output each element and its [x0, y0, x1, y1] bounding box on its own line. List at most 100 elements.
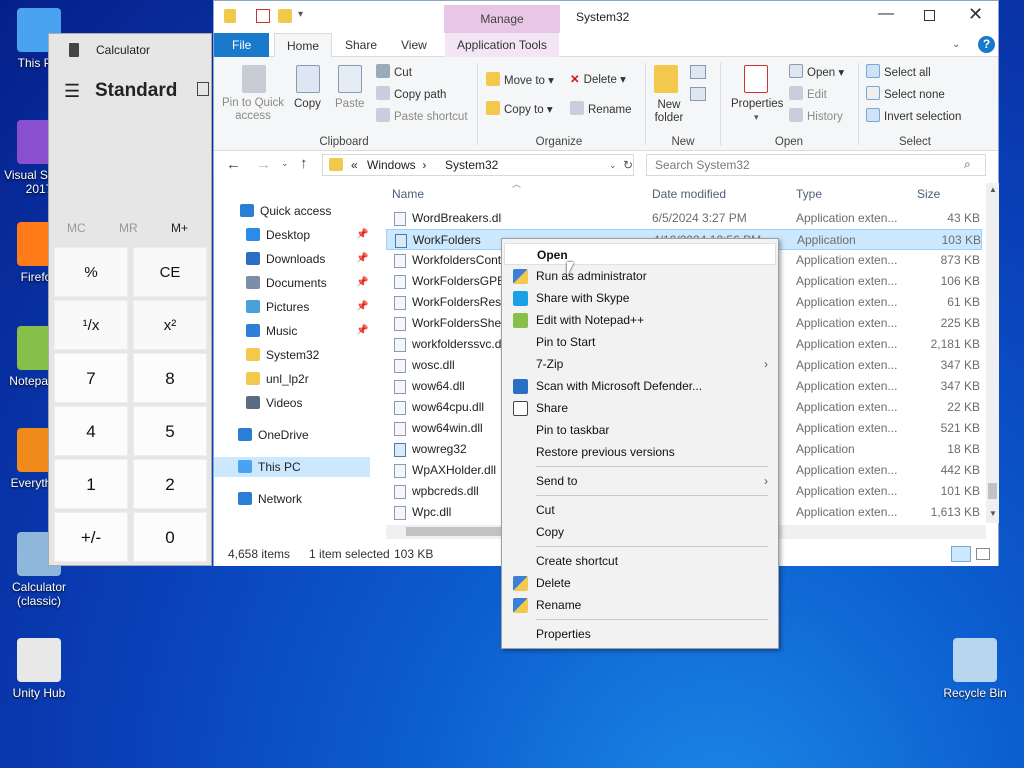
tab-view[interactable]: View: [389, 33, 439, 57]
explorer-titlebar[interactable]: ▾ Manage System32 — ✕: [214, 1, 998, 33]
recent-locations-icon[interactable]: ⌄: [281, 158, 289, 169]
context-menu-item[interactable]: 7-Zip ›: [504, 353, 776, 375]
paste-shortcut-button[interactable]: Paste shortcut: [376, 108, 468, 123]
manage-context-tab[interactable]: Manage: [444, 5, 560, 33]
context-menu-item[interactable]: Open: [504, 243, 776, 265]
tab-application-tools[interactable]: Application Tools: [445, 33, 559, 57]
forward-arrow-icon[interactable]: →: [256, 156, 271, 173]
calculator-key[interactable]: %: [54, 247, 128, 297]
calculator-key[interactable]: 4: [54, 406, 128, 456]
column-type[interactable]: Type: [796, 187, 822, 201]
minimize-button[interactable]: —: [878, 5, 894, 23]
delete-button[interactable]: ✕ Delete ▾: [570, 72, 626, 86]
copy-path-button[interactable]: Copy path: [376, 86, 446, 101]
context-menu-item[interactable]: Cut: [504, 499, 776, 521]
horizontal-scroll-thumb[interactable]: [406, 527, 506, 536]
context-menu-item[interactable]: Copy: [504, 521, 776, 543]
close-button[interactable]: ✕: [968, 4, 983, 25]
pin-icon[interactable]: 📌: [356, 249, 368, 269]
properties-icon[interactable]: [256, 9, 270, 23]
memory-recall-button[interactable]: MR: [119, 221, 138, 235]
nav-item[interactable]: Downloads 📌: [246, 249, 368, 269]
context-menu-item[interactable]: Pin to taskbar: [504, 419, 776, 441]
new-item-icon[interactable]: [690, 65, 706, 79]
pin-icon[interactable]: 📌: [356, 297, 368, 317]
desktop-icon[interactable]: Recycle Bin: [936, 638, 1014, 700]
edit-button[interactable]: Edit: [789, 86, 827, 101]
properties-dropdown-icon[interactable]: ▾: [754, 112, 759, 123]
calculator-key[interactable]: CE: [133, 247, 207, 297]
nav-item[interactable]: Music 📌: [246, 321, 368, 341]
tab-share[interactable]: Share: [333, 33, 389, 57]
help-icon[interactable]: ?: [978, 36, 995, 53]
up-arrow-icon[interactable]: ↑: [300, 155, 308, 172]
context-menu-item[interactable]: Run as administrator: [504, 265, 776, 287]
nav-item[interactable]: Network: [238, 489, 302, 509]
calculator-key[interactable]: x²: [133, 300, 207, 350]
copy-button[interactable]: Copy: [294, 98, 321, 110]
easy-access-icon[interactable]: [690, 87, 706, 101]
hamburger-icon[interactable]: ☰: [64, 81, 80, 102]
context-menu-item[interactable]: Share: [504, 397, 776, 419]
quick-access-toolbar-dropdown-icon[interactable]: ▾: [298, 9, 303, 20]
refresh-icon[interactable]: ↻: [623, 155, 633, 175]
calculator-key[interactable]: 5: [133, 406, 207, 456]
context-menu-item[interactable]: Scan with Microsoft Defender...: [504, 375, 776, 397]
memory-clear-button[interactable]: MC: [67, 221, 86, 235]
back-arrow-icon[interactable]: ←: [226, 156, 241, 173]
new-folder-quick-icon[interactable]: [278, 9, 292, 23]
move-to-button[interactable]: Move to ▾: [486, 72, 554, 87]
calculator-key[interactable]: 7: [54, 353, 128, 403]
column-size[interactable]: Size: [917, 187, 940, 201]
paste-button[interactable]: Paste: [335, 98, 364, 110]
nav-item[interactable]: This PC: [214, 457, 370, 477]
nav-item[interactable]: Documents 📌: [246, 273, 368, 293]
maximize-button[interactable]: [924, 10, 935, 21]
calculator-key[interactable]: 1: [54, 459, 128, 509]
context-menu-item[interactable]: Send to ›: [504, 470, 776, 492]
cut-button[interactable]: Cut: [376, 64, 412, 79]
properties-button[interactable]: Properties: [731, 98, 783, 110]
breadcrumb-overflow[interactable]: «: [351, 155, 358, 175]
context-menu-item[interactable]: Pin to Start: [504, 331, 776, 353]
calculator-key[interactable]: 2: [133, 459, 207, 509]
context-menu-item[interactable]: Rename: [504, 594, 776, 616]
nav-item[interactable]: Quick access: [240, 201, 331, 221]
pin-to-quick-access-button[interactable]: Pin to Quick access: [220, 97, 286, 123]
invert-selection-button[interactable]: Invert selection: [866, 108, 961, 123]
calculator-key[interactable]: ¹/x: [54, 300, 128, 350]
context-menu-item[interactable]: Properties: [504, 623, 776, 645]
pin-icon[interactable]: 📌: [356, 225, 368, 245]
context-menu-item[interactable]: Restore previous versions: [504, 441, 776, 463]
tab-home[interactable]: Home: [274, 33, 333, 57]
calculator-key[interactable]: +/-: [54, 512, 128, 562]
desktop-icon[interactable]: Unity Hub: [0, 638, 78, 700]
nav-item[interactable]: Desktop 📌: [246, 225, 368, 245]
select-none-button[interactable]: Select none: [866, 86, 945, 101]
open-button[interactable]: Open ▾: [789, 64, 844, 79]
history-button[interactable]: History: [789, 108, 843, 123]
rename-button[interactable]: Rename: [570, 101, 631, 116]
nav-item[interactable]: Pictures 📌: [246, 297, 368, 317]
tab-file[interactable]: File: [214, 33, 270, 57]
context-menu-item[interactable]: Delete: [504, 572, 776, 594]
ribbon-expand-icon[interactable]: ⌄: [952, 39, 960, 50]
context-menu-item[interactable]: Share with Skype: [504, 287, 776, 309]
copy-to-button[interactable]: Copy to ▾: [486, 101, 553, 116]
vertical-scrollbar[interactable]: ▲ ▼: [986, 183, 999, 523]
memory-add-button[interactable]: M+: [171, 221, 188, 235]
keep-on-top-icon[interactable]: [197, 82, 209, 96]
select-all-button[interactable]: Select all: [866, 64, 931, 79]
scroll-up-arrow-icon[interactable]: ▲: [989, 185, 997, 194]
details-view-icon[interactable]: [951, 546, 971, 562]
nav-item[interactable]: Videos: [246, 393, 302, 413]
search-input[interactable]: Search System32: [646, 154, 986, 176]
nav-item[interactable]: unl_lp2r: [246, 369, 309, 389]
scroll-down-arrow-icon[interactable]: ▼: [989, 509, 997, 518]
breadcrumb-system32[interactable]: System32: [445, 155, 498, 175]
address-bar[interactable]: « Windows › System32 ⌄ ↻: [322, 154, 634, 176]
pin-icon[interactable]: 📌: [356, 321, 368, 341]
address-dropdown-icon[interactable]: ⌄: [609, 155, 617, 175]
column-date-modified[interactable]: Date modified: [652, 187, 726, 201]
nav-item[interactable]: System32: [246, 345, 319, 365]
